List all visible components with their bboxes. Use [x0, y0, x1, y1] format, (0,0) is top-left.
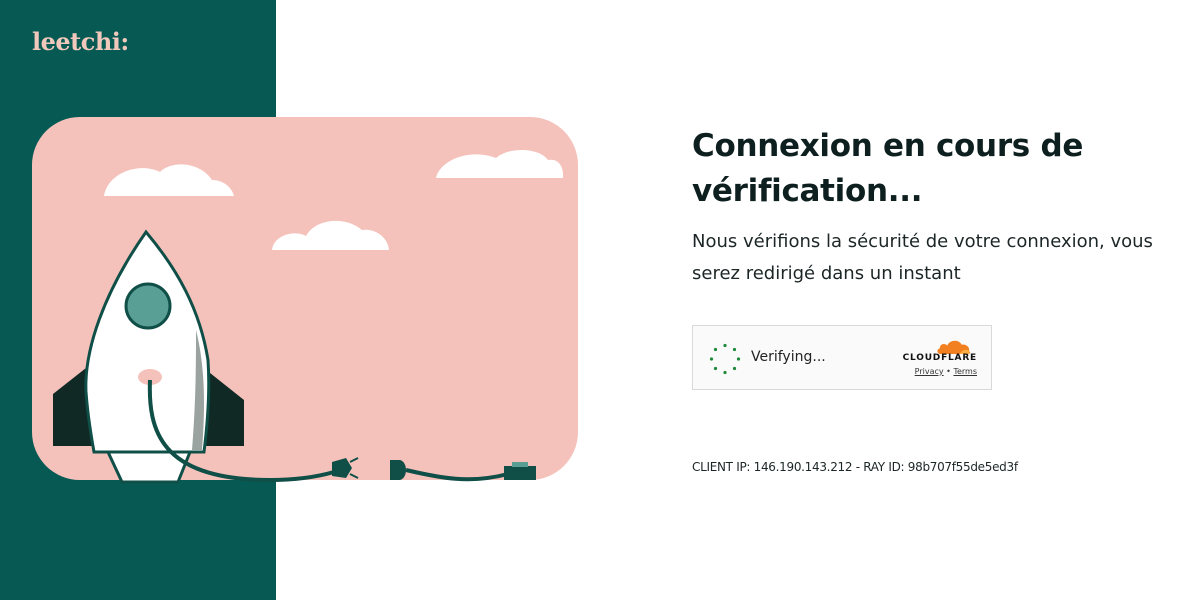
terms-link[interactable]: Terms [953, 367, 977, 376]
power-block [504, 466, 536, 480]
link-separator: • [946, 367, 951, 376]
verifying-label: Verifying... [751, 349, 826, 365]
cloudflare-challenge-widget[interactable]: Verifying... CLOUDFLARE Privacy • Terms [692, 325, 992, 390]
leetchi-logo: leetchi: [32, 27, 129, 56]
client-info: CLIENT IP: 146.190.143.212 - RAY ID: 98b… [692, 460, 1018, 474]
rocket-illustration [32, 117, 578, 484]
cloudflare-wordmark: CLOUDFLARE [902, 353, 977, 363]
rocket-window [124, 282, 172, 330]
page-title: Connexion en cours de vérification... [692, 128, 1084, 209]
cloudflare-links: Privacy • Terms [897, 367, 977, 376]
privacy-link[interactable]: Privacy [915, 367, 944, 376]
spinner-icon [709, 343, 741, 375]
cloudflare-brand: CLOUDFLARE Privacy • Terms [897, 338, 977, 376]
socket-icon [390, 460, 406, 480]
page-subtitle: Nous vérifions la sécurité de votre conn… [692, 231, 1153, 284]
main-content: Connexion en cours de vérification... No… [692, 124, 1162, 290]
